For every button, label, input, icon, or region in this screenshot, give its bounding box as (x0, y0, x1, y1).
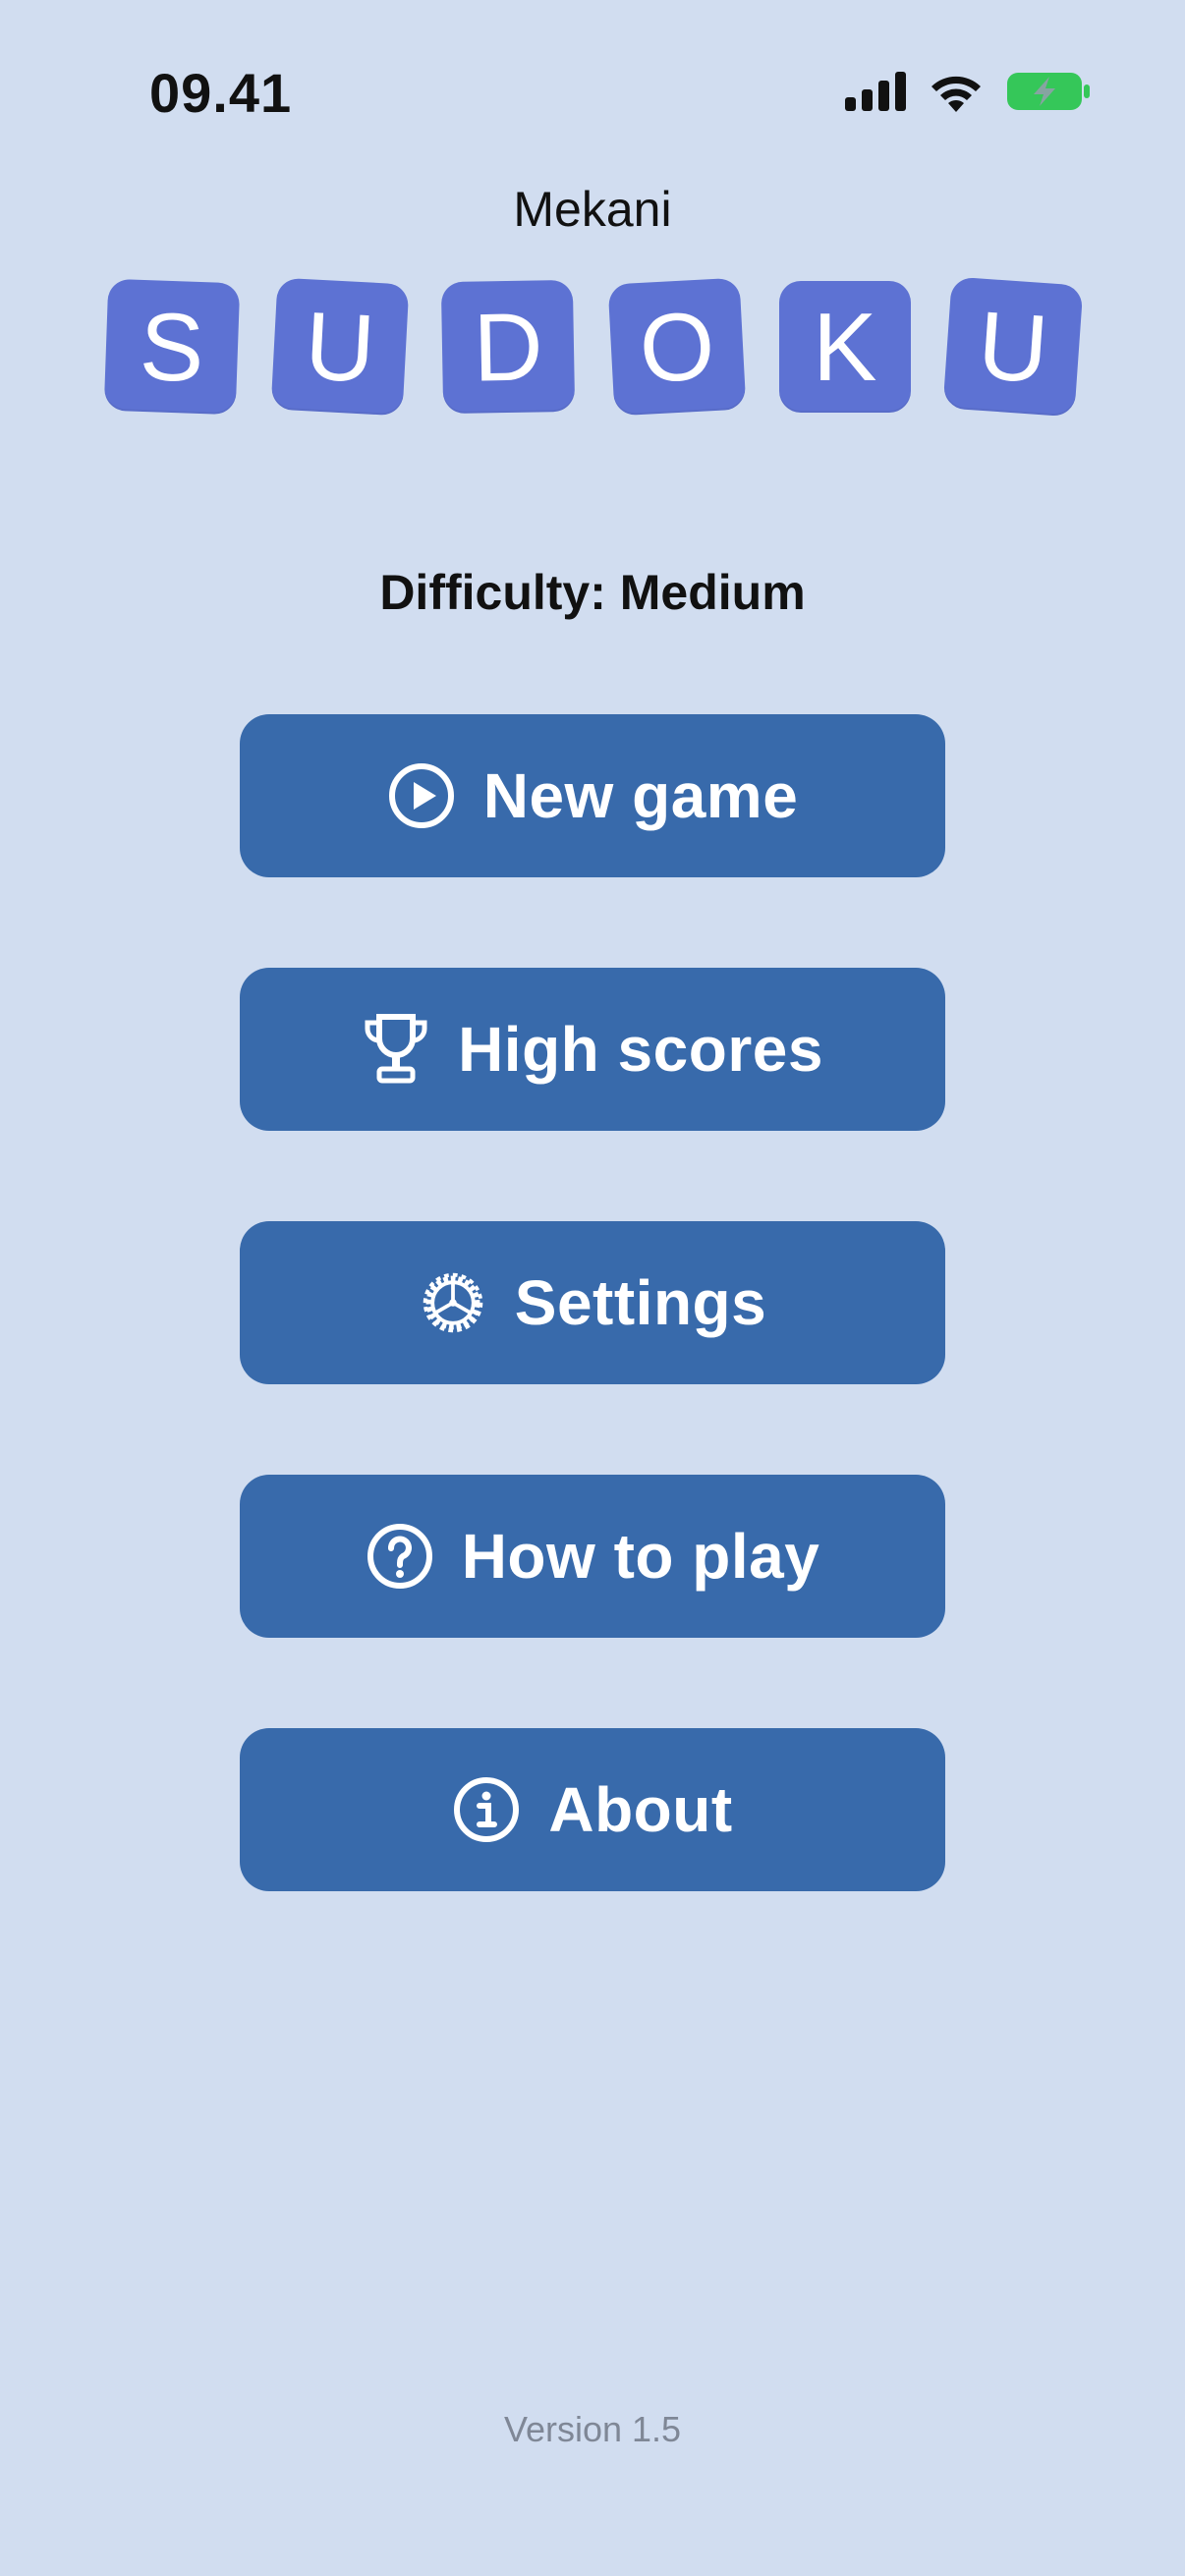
main-menu: New game High scores Settings How to pla… (240, 714, 945, 1982)
new-game-button[interactable]: New game (240, 714, 945, 877)
info-circle-icon (452, 1775, 521, 1844)
how-to-play-label: How to play (461, 1521, 820, 1592)
logo-tile: S (103, 278, 241, 416)
logo-tile: U (942, 276, 1084, 418)
how-to-play-button[interactable]: How to play (240, 1475, 945, 1638)
trophy-icon (362, 1014, 430, 1084)
new-game-label: New game (482, 760, 799, 831)
wifi-icon (928, 71, 985, 112)
high-scores-button[interactable]: High scores (240, 968, 945, 1131)
about-button[interactable]: About (240, 1728, 945, 1891)
logo-tile: U (270, 277, 410, 417)
sudoku-logo: S U D O K U (103, 276, 1084, 419)
question-circle-icon (366, 1522, 434, 1591)
play-circle-icon (387, 761, 456, 830)
difficulty-label: Difficulty: Medium (379, 565, 806, 620)
battery-charging-icon (1006, 71, 1091, 112)
status-time: 09.41 (149, 62, 293, 124)
version-label: Version 1.5 (503, 2409, 682, 2449)
gear-icon (419, 1268, 487, 1337)
app-brand: Mekani (513, 182, 672, 237)
high-scores-label: High scores (458, 1014, 823, 1085)
settings-button[interactable]: Settings (240, 1221, 945, 1384)
settings-label: Settings (514, 1267, 767, 1338)
logo-tile: D (441, 279, 576, 415)
status-icons (845, 71, 1091, 112)
logo-tile: K (778, 281, 911, 413)
cellular-signal-icon (845, 72, 906, 111)
logo-tile: O (607, 277, 746, 417)
about-label: About (548, 1774, 733, 1845)
status-bar: 09.41 (0, 0, 1185, 187)
